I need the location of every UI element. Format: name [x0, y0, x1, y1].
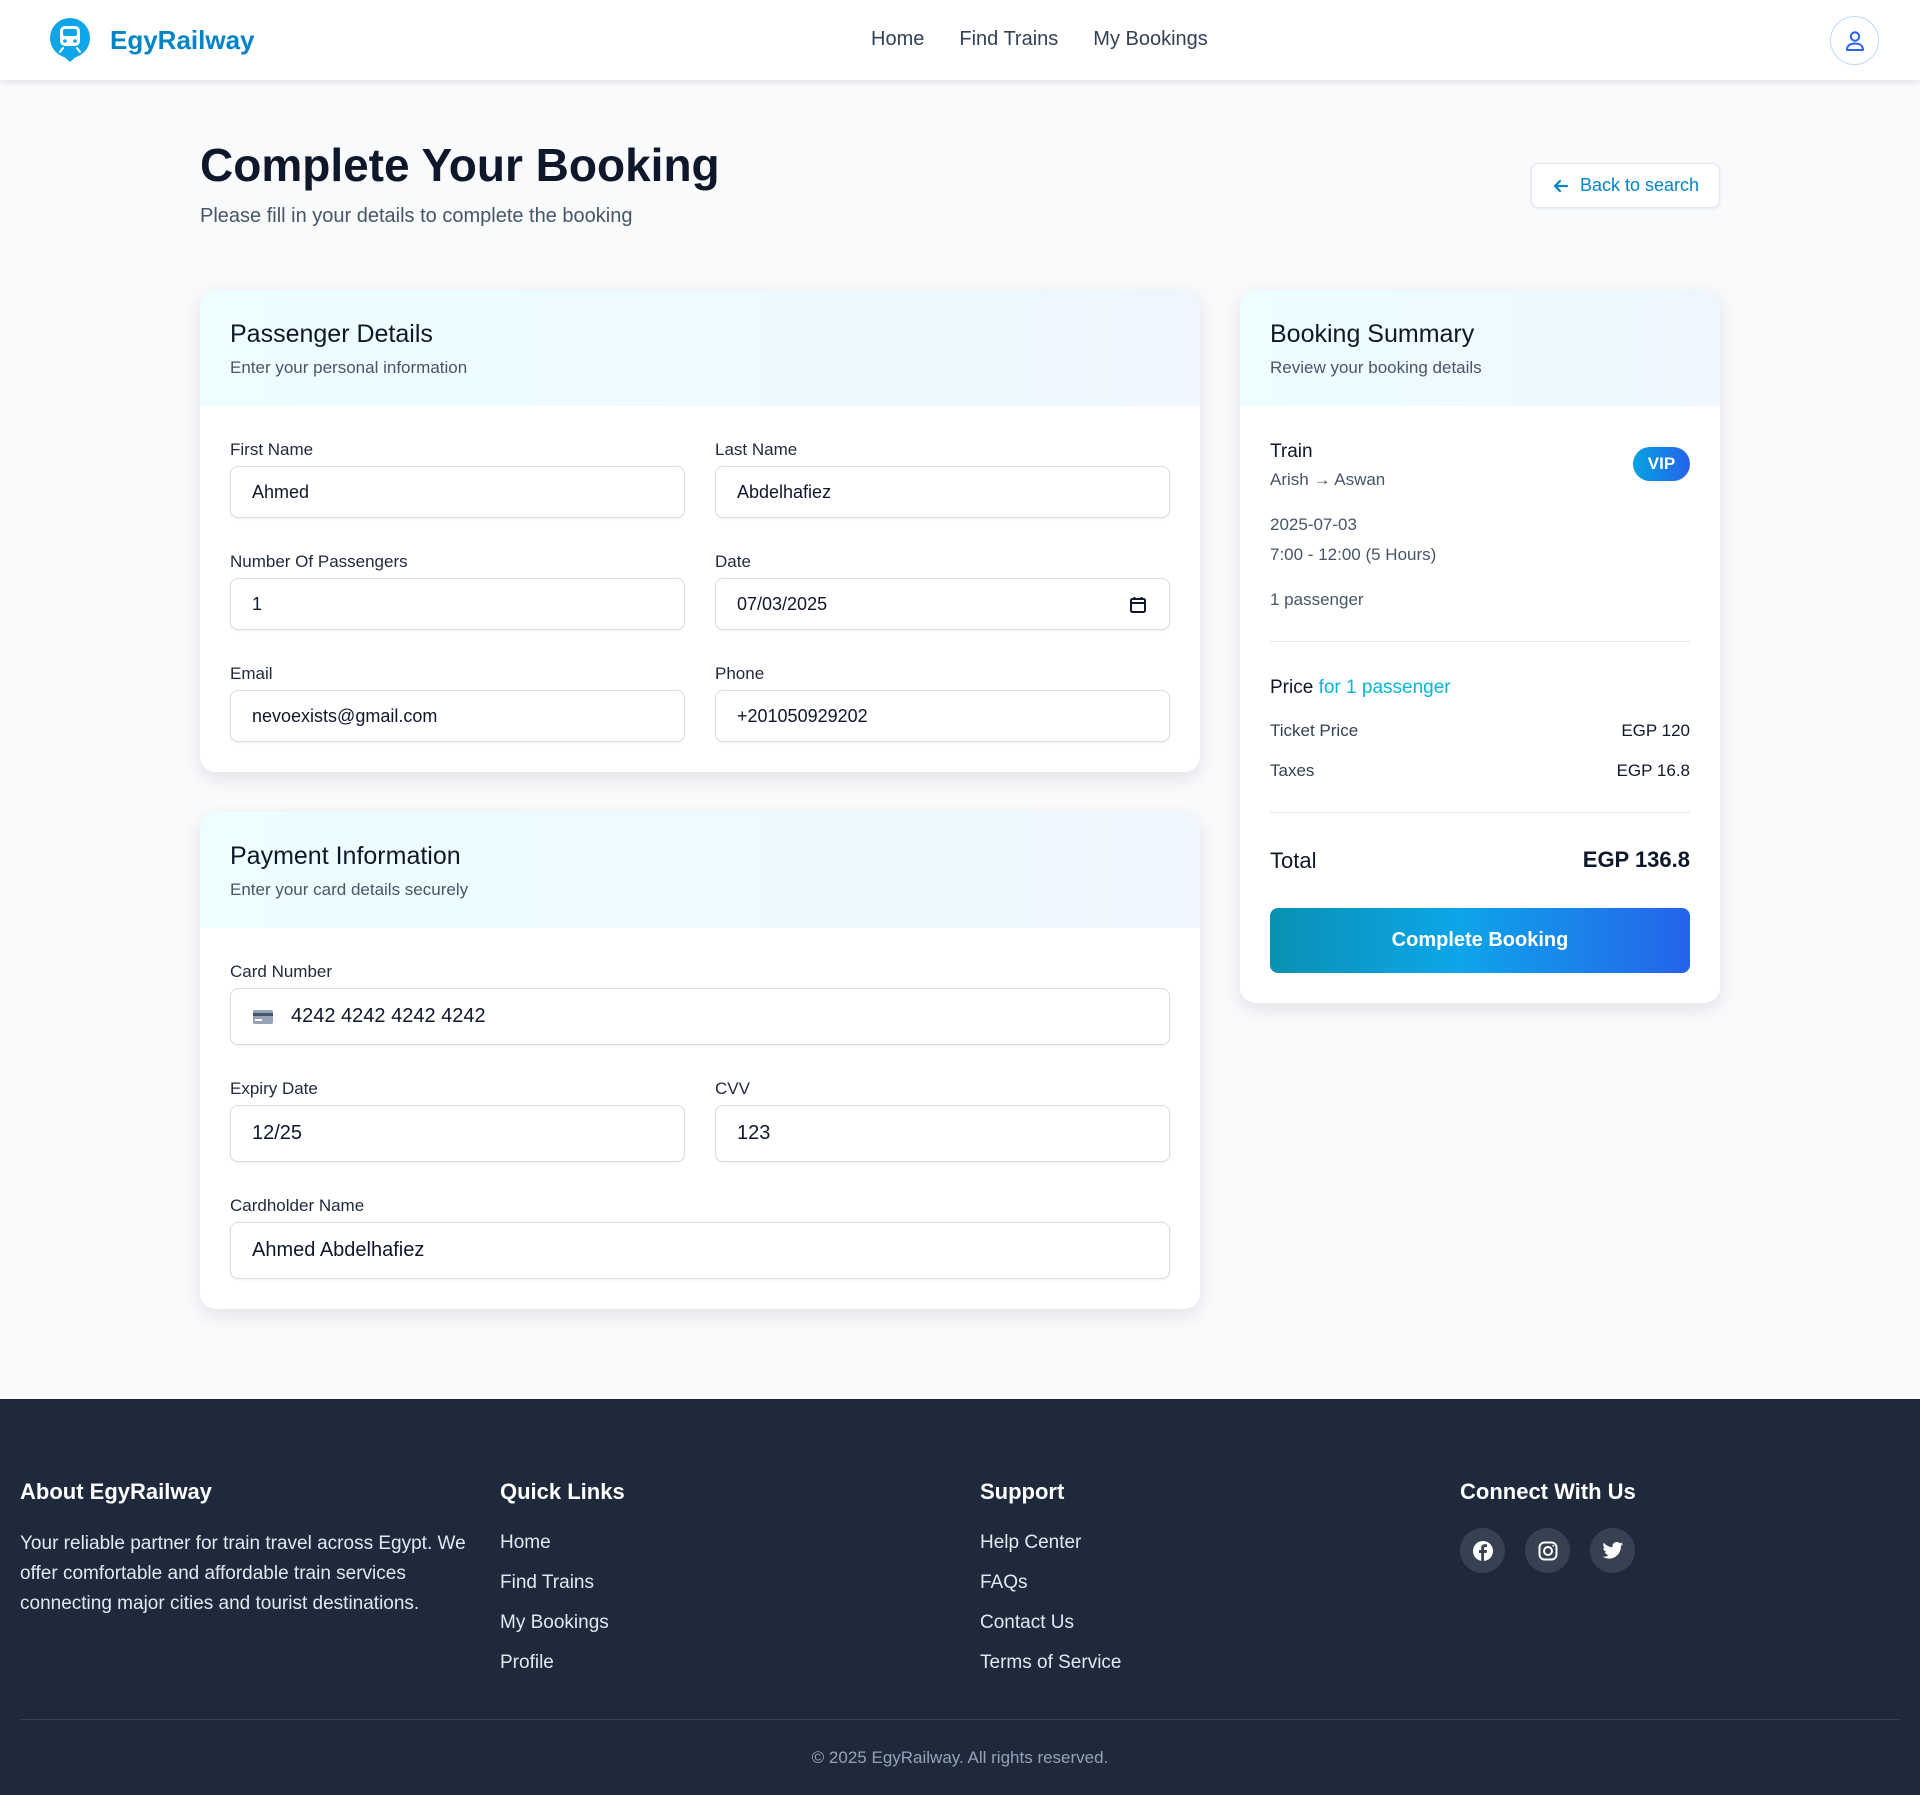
- footer-link-profile[interactable]: Profile: [500, 1652, 554, 1674]
- copyright-text: © 2025 EgyRailway. All rights reserved.: [811, 1748, 1109, 1767]
- footer-link-terms[interactable]: Terms of Service: [980, 1652, 1121, 1674]
- summary-card-header: Booking Summary Review your booking deta…: [1240, 290, 1720, 406]
- footer-link-faqs[interactable]: FAQs: [980, 1572, 1028, 1594]
- payment-card-header: Payment Information Enter your card deta…: [200, 812, 1200, 928]
- footer-link-find-trains[interactable]: Find Trains: [500, 1572, 594, 1594]
- expiry-date-label: Expiry Date: [230, 1079, 318, 1098]
- vip-badge: VIP: [1633, 447, 1690, 481]
- footer-about-text: Your reliable partner for train travel a…: [20, 1533, 466, 1614]
- footer-about-title: About EgyRailway: [20, 1479, 212, 1504]
- twitter-icon: [1601, 1541, 1623, 1559]
- user-icon: [1845, 30, 1864, 51]
- card-number-label: Card Number: [230, 962, 333, 981]
- arrow-left-icon: [1553, 179, 1569, 192]
- facebook-button[interactable]: [1460, 1528, 1505, 1573]
- travel-time: 7:00 - 12:00 (5 Hours): [1270, 545, 1437, 564]
- footer-connect-title: Connect With Us: [1460, 1479, 1636, 1504]
- footer-link-contact-us[interactable]: Contact Us: [980, 1612, 1074, 1634]
- user-menu-button[interactable]: [1830, 16, 1879, 65]
- phone-input[interactable]: +201050929202: [715, 690, 1170, 742]
- footer-link-home[interactable]: Home: [500, 1532, 551, 1554]
- email-label: Email: [230, 664, 273, 683]
- phone-label: Phone: [715, 664, 765, 683]
- brand-name: EgyRailway: [110, 24, 255, 55]
- summary-divider: [1270, 641, 1690, 642]
- back-to-search-button[interactable]: Back to search: [1531, 163, 1720, 208]
- train-logo-icon: [48, 17, 92, 63]
- back-to-search-label: Back to search: [1579, 175, 1700, 195]
- credit-card-icon: [253, 1009, 273, 1024]
- card-number-input[interactable]: 4242 4242 4242 4242: [230, 988, 1170, 1045]
- top-navbar: EgyRailway Home Find Trains My Bookings: [0, 0, 1920, 80]
- cvv-label: CVV: [715, 1079, 750, 1098]
- calendar-icon[interactable]: [1129, 596, 1147, 614]
- email-input[interactable]: nevoexists@gmail.com: [230, 690, 685, 742]
- passenger-card-header: Passenger Details Enter your personal in…: [200, 290, 1200, 406]
- instagram-button[interactable]: [1525, 1528, 1570, 1573]
- cardholder-name-label: Cardholder Name: [230, 1196, 365, 1215]
- summary-card-subtitle: Review your booking details: [1270, 358, 1482, 377]
- instagram-icon: [1538, 1541, 1557, 1560]
- last-name-label: Last Name: [715, 440, 798, 459]
- date-label: Date: [715, 552, 751, 571]
- footer-links-title: Quick Links: [500, 1479, 625, 1504]
- payment-card-title: Payment Information: [230, 842, 461, 870]
- price-for-label: for 1 passenger: [1318, 677, 1451, 698]
- passenger-count: 1 passenger: [1270, 590, 1364, 609]
- passengers-label: Number Of Passengers: [230, 552, 408, 571]
- travel-date: 2025-07-03: [1270, 515, 1357, 534]
- nav-find-trains[interactable]: Find Trains: [959, 28, 1058, 51]
- route-text: Arish → Aswan: [1270, 470, 1386, 489]
- cardholder-name-input[interactable]: Ahmed Abdelhafiez: [230, 1222, 1170, 1279]
- ticket-price-label: Ticket Price: [1270, 721, 1359, 740]
- expiry-date-input[interactable]: 12/25: [230, 1105, 685, 1162]
- total-value: EGP 136.8: [1582, 847, 1690, 872]
- taxes-value: EGP 16.8: [1616, 761, 1690, 780]
- price-heading: Price for 1 passenger: [1270, 677, 1451, 699]
- total-label: Total: [1270, 848, 1317, 873]
- footer-link-help-center[interactable]: Help Center: [980, 1532, 1081, 1554]
- passengers-input[interactable]: 1: [230, 578, 685, 630]
- nav-home[interactable]: Home: [871, 28, 924, 51]
- main-nav: Home Find Trains My Bookings: [871, 28, 1208, 51]
- booking-summary-card: Booking Summary Review your booking deta…: [1240, 290, 1720, 1003]
- facebook-icon: [1472, 1540, 1493, 1561]
- summary-card-title: Booking Summary: [1270, 320, 1475, 348]
- complete-booking-button[interactable]: Complete Booking: [1270, 908, 1690, 973]
- ticket-price-value: EGP 120: [1621, 721, 1690, 740]
- payment-card-subtitle: Enter your card details securely: [230, 880, 469, 899]
- nav-my-bookings[interactable]: My Bookings: [1093, 28, 1208, 51]
- summary-divider: [1270, 812, 1690, 813]
- date-value: 07/03/2025: [737, 593, 828, 614]
- passenger-card-title: Passenger Details: [230, 320, 433, 348]
- date-input[interactable]: 07/03/2025: [715, 578, 1170, 630]
- first-name-label: First Name: [230, 440, 314, 459]
- cvv-input[interactable]: 123: [715, 1105, 1170, 1162]
- brand-logo[interactable]: EgyRailway: [48, 17, 255, 63]
- passenger-card-subtitle: Enter your personal information: [230, 358, 468, 377]
- taxes-label: Taxes: [1270, 761, 1315, 780]
- last-name-input[interactable]: Abdelhafiez: [715, 466, 1170, 518]
- card-number-value: 4242 4242 4242 4242: [291, 1005, 486, 1027]
- footer-divider: [20, 1719, 1900, 1720]
- site-footer: About EgyRailway Your reliable partner f…: [0, 1399, 1920, 1795]
- train-label: Train: [1270, 441, 1313, 462]
- twitter-button[interactable]: [1590, 1528, 1635, 1573]
- footer-support-title: Support: [980, 1479, 1065, 1504]
- page-title: Complete Your Booking: [200, 139, 720, 191]
- price-label: Price: [1270, 677, 1314, 698]
- first-name-input[interactable]: Ahmed: [230, 466, 685, 518]
- footer-link-my-bookings[interactable]: My Bookings: [500, 1612, 609, 1634]
- page-subtitle: Please fill in your details to complete …: [200, 205, 633, 227]
